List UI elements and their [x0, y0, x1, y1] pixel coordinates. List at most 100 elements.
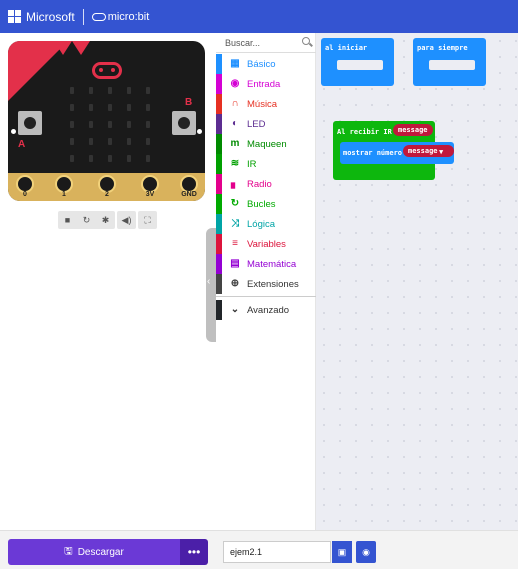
on-ir-received-block[interactable]: Al recibir IR message mostrar número mes… — [333, 121, 454, 180]
target-icon: ◉ — [230, 78, 240, 89]
category-color-bar — [216, 300, 222, 320]
download-icon: 🖫 — [64, 545, 73, 557]
led — [89, 138, 93, 145]
category-color-bar — [216, 154, 222, 174]
advanced-divider — [216, 296, 316, 297]
block-slot — [337, 60, 383, 70]
led — [127, 87, 131, 94]
pin-label: 2 — [105, 191, 109, 198]
category-item[interactable]: ▦ Básico — [216, 54, 316, 74]
led — [146, 121, 150, 128]
stop-icon[interactable]: ■ — [58, 211, 77, 229]
category-color-bar — [216, 54, 222, 74]
simulator-controls-group: ⛶ — [138, 211, 157, 229]
search-input[interactable]: Buscar... — [225, 38, 260, 48]
download-button[interactable]: 🖫 Descargar — [8, 539, 180, 565]
dropdown-arrow-icon[interactable]: ▼ — [439, 148, 443, 156]
touch-logo[interactable] — [92, 62, 122, 79]
board-dot — [11, 129, 16, 134]
simulator-controls: ■ ↻ ✱ ◀) ⛶ — [58, 211, 157, 229]
block-slot — [429, 60, 475, 70]
led — [70, 155, 74, 162]
category-color-bar — [216, 194, 222, 214]
board-dot — [197, 129, 202, 134]
edge-connector: 0 1 2 3V GND — [8, 173, 205, 201]
led — [108, 104, 112, 111]
led — [146, 138, 150, 145]
save-button[interactable]: ▣ — [332, 541, 352, 563]
led — [108, 121, 112, 128]
category-label: Maqueen — [247, 138, 287, 150]
category-label: Radio — [247, 178, 272, 190]
led — [89, 155, 93, 162]
chevron-left-icon: ‹ — [207, 276, 211, 287]
simulator-panel: A B 0 1 2 3V GND ■ ↻ ✱ ◀) ⛶ — [0, 33, 216, 530]
category-label: Avanzado — [247, 304, 290, 316]
pin-label: 3V — [145, 191, 155, 198]
blocks-workspace[interactable]: al iniciar para siempre Al recibir IR me… — [316, 33, 518, 530]
more-options-button[interactable]: ••• — [180, 539, 208, 565]
button-a[interactable] — [18, 111, 42, 135]
header-divider — [82, 8, 84, 25]
category-item[interactable]: ↻ Bucles — [216, 194, 316, 214]
led — [127, 104, 131, 111]
pin-label: 0 — [23, 191, 27, 198]
category-item[interactable]: ∩ Música — [216, 94, 316, 114]
search-icon[interactable] — [302, 37, 310, 45]
bottom-bar: 🖫 Descargar ••• ejem2.1 ▣ ◉ — [0, 530, 518, 569]
show-message-dropdown[interactable]: message — [403, 145, 454, 157]
category-color-bar — [216, 234, 222, 254]
category-item[interactable]: ◐ LED — [216, 114, 316, 134]
on-start-block[interactable]: al iniciar — [321, 38, 394, 86]
headphones-icon: ∩ — [231, 98, 239, 109]
block-label: para siempre — [417, 44, 468, 52]
led — [89, 121, 93, 128]
category-label: Entrada — [247, 78, 281, 90]
block-label: al iniciar — [325, 44, 368, 52]
show-number-block[interactable]: mostrar número message ▼ — [340, 142, 454, 164]
category-item[interactable]: m Maqueen — [216, 134, 316, 154]
collapse-simulator-button[interactable]: ‹ — [206, 228, 216, 342]
category-item[interactable]: ≋ IR — [216, 154, 316, 174]
led — [146, 87, 150, 94]
toggle-icon: ◐ — [231, 118, 239, 129]
debug-icon[interactable]: ✱ — [96, 211, 115, 229]
simulator-controls-group: ◀) — [117, 211, 136, 229]
category-color-bar — [216, 174, 222, 194]
wifi-icon: ≋ — [230, 158, 240, 169]
ir-message-variable[interactable]: message — [393, 124, 433, 136]
pin-label: GND — [181, 191, 197, 198]
project-name-input[interactable]: ejem2.1 — [223, 541, 331, 563]
calculator-icon: ▤ — [230, 258, 240, 269]
category-item[interactable]: ⊕ Extensiones — [216, 274, 316, 294]
github-button[interactable]: ◉ — [356, 541, 376, 563]
category-advanced[interactable]: ⌄ Avanzado — [216, 300, 316, 320]
led — [146, 104, 150, 111]
category-item[interactable]: ⤨ Lógica — [216, 214, 316, 234]
shuffle-icon: ⤨ — [231, 218, 239, 229]
pin-label: 1 — [62, 191, 66, 198]
category-label: LED — [247, 118, 266, 130]
microsoft-logo-icon[interactable] — [8, 10, 21, 23]
restart-icon[interactable]: ↻ — [77, 211, 96, 229]
toolbox-search[interactable]: Buscar... — [216, 33, 316, 53]
top-bar: Microsoft micro:bit — [0, 0, 518, 33]
category-color-bar — [216, 134, 222, 154]
led — [70, 104, 74, 111]
category-item[interactable]: ▖ Radio — [216, 174, 316, 194]
category-color-bar — [216, 74, 222, 94]
category-color-bar — [216, 274, 222, 294]
category-item[interactable]: ≡ Variables — [216, 234, 316, 254]
forever-block[interactable]: para siempre — [413, 38, 486, 86]
category-item[interactable]: ▤ Matemática — [216, 254, 316, 274]
category-label: IR — [247, 158, 257, 170]
led — [127, 121, 131, 128]
button-b[interactable] — [172, 111, 196, 135]
category-item[interactable]: ◉ Entrada — [216, 74, 316, 94]
mute-icon[interactable]: ◀) — [117, 211, 136, 229]
microbit-logo[interactable]: micro:bit — [91, 11, 149, 23]
microbit-logo-icon — [91, 12, 106, 21]
fullscreen-icon[interactable]: ⛶ — [138, 211, 157, 229]
category-color-bar — [216, 214, 222, 234]
brand-name[interactable]: Microsoft — [26, 10, 75, 24]
